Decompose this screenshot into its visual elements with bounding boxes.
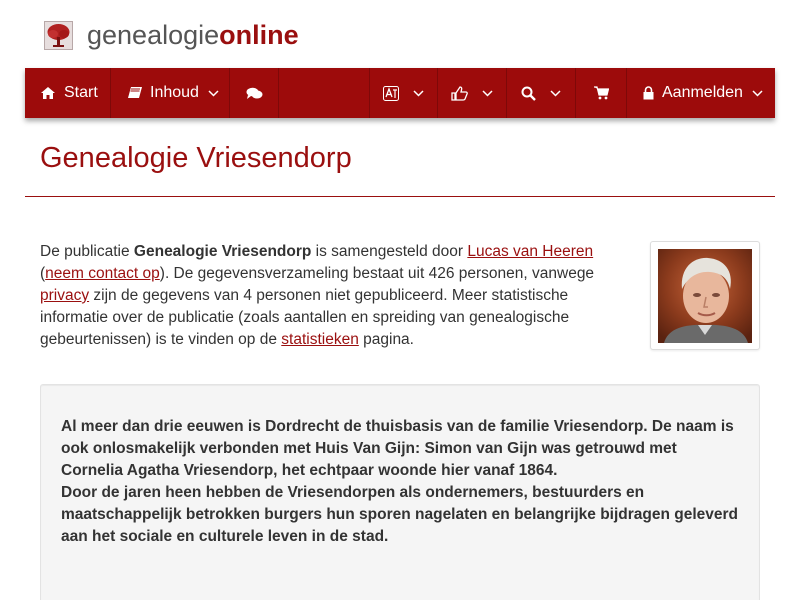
chevron-down-icon <box>413 89 424 97</box>
chevron-down-icon <box>752 89 763 97</box>
cart-icon <box>593 86 609 100</box>
nav-contents-label: Inhoud <box>150 84 199 101</box>
title-divider <box>25 196 775 197</box>
tree-logo-icon <box>44 20 73 50</box>
site-logo[interactable]: genealogieonline <box>44 19 299 51</box>
author-link[interactable]: Lucas van Heeren <box>467 243 593 260</box>
description-paragraph: Door de jaren heen hebben de Vriesendorp… <box>61 484 739 545</box>
author-photo-frame <box>650 241 760 350</box>
nav-language-dropdown[interactable] <box>369 68 438 118</box>
chevron-down-icon <box>208 89 219 97</box>
nav-login-dropdown[interactable]: Aanmelden <box>627 68 775 118</box>
nav-start[interactable]: Start <box>25 68 111 118</box>
nav-start-label: Start <box>64 84 98 101</box>
main-navbar: Start Inhoud Aanmelden <box>25 68 775 118</box>
page-title: Genealogie Vriesendorp <box>40 142 352 174</box>
author-photo <box>658 249 752 343</box>
site-name: genealogieonline <box>87 20 299 50</box>
contact-link[interactable]: neem contact op <box>45 265 160 282</box>
nav-cart[interactable] <box>576 68 627 118</box>
lock-icon <box>643 86 654 100</box>
description-paragraph: Al meer dan drie eeuwen is Dordrecht de … <box>61 418 734 479</box>
publication-name: Genealogie Vriesendorp <box>133 243 312 260</box>
publication-intro: De publicatie Genealogie Vriesendorp is … <box>40 243 595 348</box>
privacy-link[interactable]: privacy <box>40 287 89 304</box>
book-icon <box>128 87 142 98</box>
translate-icon <box>383 85 399 101</box>
nav-rate-dropdown[interactable] <box>438 68 507 118</box>
search-icon <box>521 86 536 101</box>
chevron-down-icon <box>482 89 493 97</box>
publication-description: Al meer dan drie eeuwen is Dordrecht de … <box>40 384 760 600</box>
chevron-down-icon <box>550 89 561 97</box>
comments-icon <box>246 87 262 99</box>
thumbs-up-icon <box>451 85 468 101</box>
nav-login-label: Aanmelden <box>662 84 743 101</box>
nav-forum[interactable] <box>230 68 279 118</box>
statistics-link[interactable]: statistieken <box>281 331 359 348</box>
home-icon <box>41 87 55 99</box>
nav-contents-dropdown[interactable]: Inhoud <box>111 68 230 118</box>
nav-search-dropdown[interactable] <box>507 68 576 118</box>
